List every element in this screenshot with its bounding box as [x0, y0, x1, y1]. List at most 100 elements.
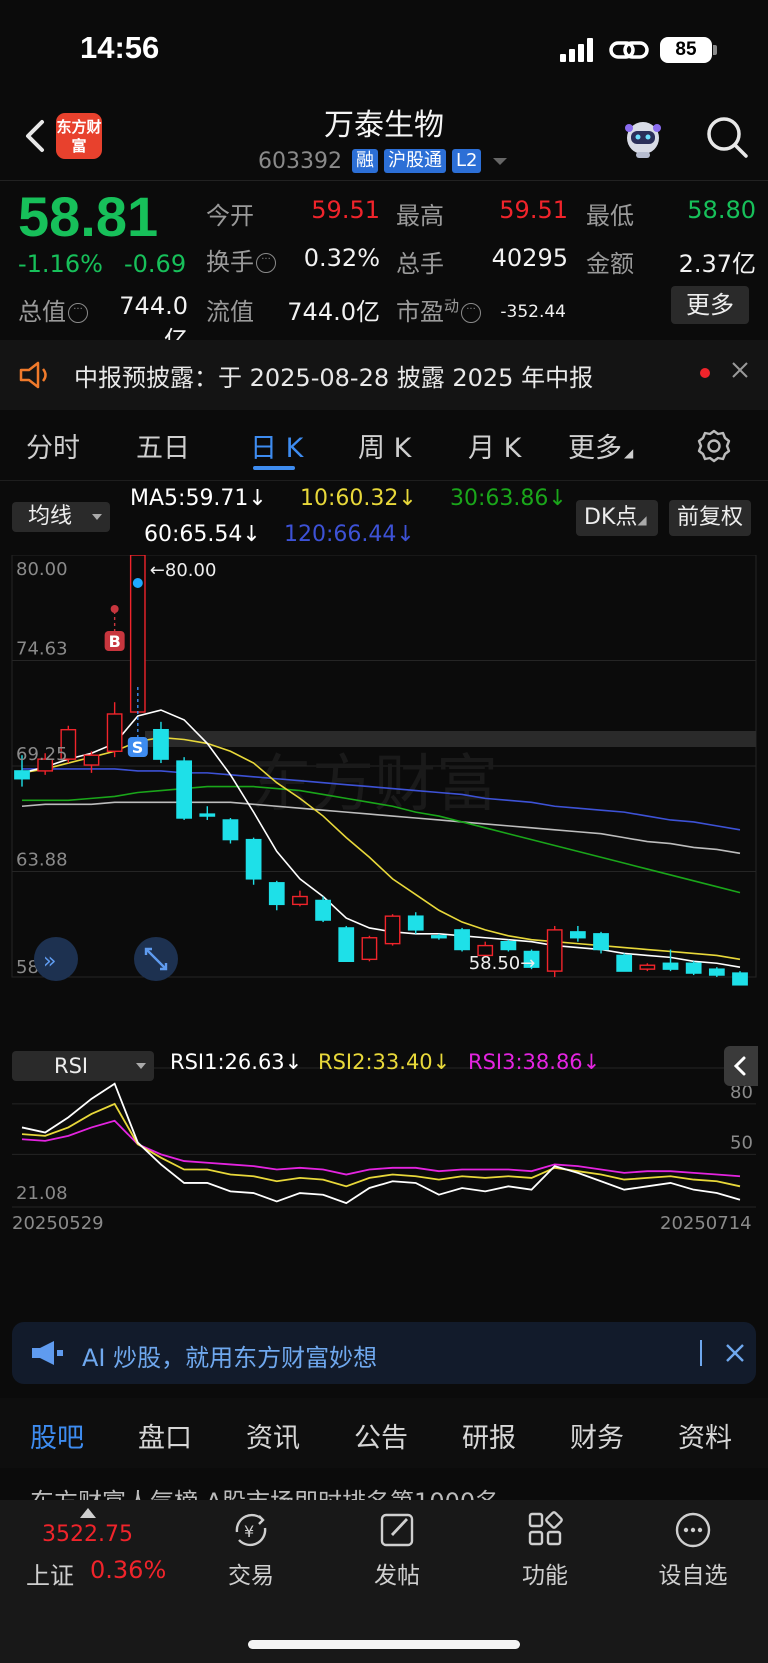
signal-icon	[560, 38, 593, 62]
candle-down	[245, 838, 262, 880]
tab-five-day[interactable]: 五日	[136, 426, 190, 465]
tab-forum[interactable]: 股吧	[30, 1416, 84, 1455]
label-mktcap: 总值 ···	[18, 292, 88, 327]
triangle-icon: ◢	[624, 446, 634, 460]
info-icon[interactable]: ···	[68, 303, 88, 323]
triangle-icon: ◢	[637, 513, 647, 527]
tab-announcements[interactable]: 公告	[354, 1416, 408, 1455]
value-float: 744.0亿	[287, 298, 380, 326]
rsi2-legend: RSI2:33.40↓	[318, 1050, 451, 1074]
tabs-divider	[0, 480, 768, 481]
active-tab-underline	[253, 466, 295, 470]
tab-intraday[interactable]: 分时	[26, 426, 80, 465]
label-amount: 金额	[586, 250, 634, 278]
notice-banner[interactable]: 中报预披露：于 2025-08-28 披露 2025 年中报	[0, 340, 768, 410]
label-open: 今开	[206, 202, 254, 230]
ma10-legend: 10:60.32↓	[300, 486, 417, 511]
tag-level2: L2	[451, 149, 482, 173]
ai-banner[interactable]: AI 炒股，就用东方财富妙想	[12, 1322, 756, 1384]
kline-y-tick: 69.25	[16, 744, 68, 765]
tab-profile[interactable]: 资料	[678, 1416, 732, 1455]
nav-trade[interactable]: ¥ 交易	[206, 1510, 296, 1590]
more-button[interactable]: 更多	[671, 286, 749, 324]
battery-tip	[713, 45, 717, 55]
rsi-y-50: 50	[730, 1132, 753, 1153]
stock-code-row[interactable]: 603392 融 沪股通 L2	[258, 146, 508, 176]
kline-y-tick: 80.00	[16, 559, 68, 580]
max-price-label: ←80.00	[150, 560, 217, 581]
buy-marker-dot	[110, 605, 119, 613]
change-percent: -1.16%	[18, 250, 103, 278]
rsi-series-line	[21, 1102, 741, 1188]
search-icon[interactable]	[704, 114, 750, 160]
close-icon[interactable]	[724, 1342, 746, 1364]
status-bar: 14:56 85	[0, 0, 768, 96]
value-volume: 40295	[491, 244, 568, 272]
rsi1-legend: RSI1:26.63↓	[170, 1050, 303, 1074]
index-change-percent: 0.36%	[90, 1556, 167, 1584]
tab-more[interactable]: 更多 ◢	[568, 426, 633, 465]
gear-icon[interactable]	[696, 428, 732, 464]
candle-down	[593, 933, 609, 951]
label-pe: 市盈动 ···	[396, 292, 482, 327]
nav-watchlist[interactable]: 设自选	[648, 1510, 738, 1590]
price-band	[145, 731, 756, 747]
info-icon[interactable]: ···	[256, 253, 276, 273]
ma120-legend: 120:66.44↓	[284, 522, 415, 547]
candle-down	[176, 760, 193, 819]
chevron-left-icon	[733, 1056, 746, 1076]
home-indicator	[248, 1640, 520, 1649]
tab-financials[interactable]: 财务	[570, 1416, 624, 1455]
dk-point-button[interactable]: DK点◢	[576, 500, 658, 536]
chevron-down-icon[interactable]	[493, 157, 508, 165]
battery-indicator: 85	[660, 37, 712, 63]
nav-post[interactable]: 发帖	[352, 1510, 442, 1590]
tab-news[interactable]: 资讯	[246, 1416, 300, 1455]
robot-assistant-icon[interactable]	[620, 114, 666, 160]
stock-code: 603392	[258, 148, 342, 174]
rsi-select-label: RSI	[54, 1054, 89, 1078]
kline-chart-area[interactable]: 东方财富 80.0074.6369.2563.8858.50 ←80.0058.…	[0, 555, 768, 1287]
adjust-price-button[interactable]: 前复权	[669, 500, 751, 536]
collapse-panel-button[interactable]	[724, 1046, 758, 1086]
nav-functions[interactable]: 功能	[500, 1510, 590, 1590]
tab-daily-k[interactable]: 日 K	[250, 426, 303, 465]
index-value[interactable]: 3522.75	[42, 1522, 133, 1547]
tag-connect: 沪股通	[383, 149, 446, 173]
candle-down	[315, 899, 331, 921]
tab-weekly-k[interactable]: 周 K	[358, 426, 411, 465]
status-time: 14:56	[80, 30, 160, 65]
ma60-legend: 60:65.54↓	[144, 522, 261, 547]
candle-up	[384, 915, 401, 945]
tab-more-label: 更多	[568, 433, 622, 464]
dk-point-label: DK点	[584, 505, 638, 530]
rsi-axis-labels: 91.8221.0880502025052920250714	[12, 1062, 753, 1234]
rsi-series-line	[21, 1082, 741, 1205]
label-pe-text: 市盈	[396, 298, 444, 326]
close-icon[interactable]	[728, 358, 752, 382]
value-amount: 2.37亿	[678, 250, 756, 278]
notice-text: 中报预披露：于 2025-08-28 披露 2025 年中报	[74, 364, 594, 392]
info-icon[interactable]: ···	[461, 303, 482, 323]
candle-down	[407, 915, 424, 931]
label-volume: 总手	[396, 250, 444, 278]
rsi-indicator-select[interactable]: RSI	[12, 1051, 154, 1081]
tab-orderbook[interactable]: 盘口	[138, 1416, 192, 1455]
indicator-select[interactable]: 均线	[12, 502, 110, 532]
ai-banner-divider	[700, 1340, 702, 1366]
indicator-select-label: 均线	[28, 504, 73, 529]
tab-research[interactable]: 研报	[462, 1416, 516, 1455]
rsi3-legend: RSI3:38.86↓	[468, 1050, 601, 1074]
ai-banner-text: AI 炒股，就用东方财富妙想	[82, 1344, 378, 1372]
candle-down	[685, 962, 702, 974]
candle-up	[106, 713, 123, 752]
label-mktcap-text: 总值	[18, 298, 66, 326]
tab-monthly-k[interactable]: 月 K	[468, 426, 521, 465]
speaker-icon	[19, 361, 47, 389]
period-tabs: 分时 五日 日 K 周 K 月 K 更多 ◢	[0, 418, 768, 478]
candle-down	[662, 962, 679, 970]
candle-down	[708, 968, 725, 976]
candle-down	[454, 929, 470, 951]
candle-down	[268, 882, 285, 906]
value-high: 59.51	[499, 196, 568, 224]
